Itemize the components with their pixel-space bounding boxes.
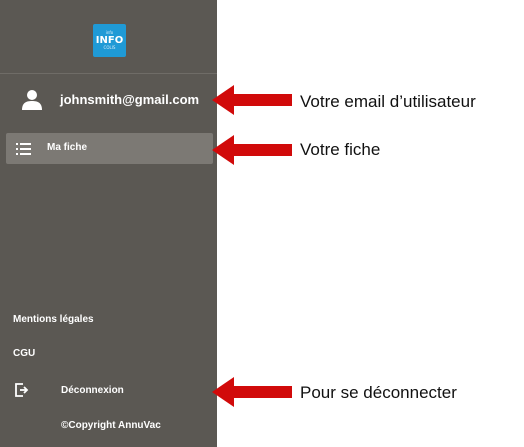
sidebar-divider [0, 73, 217, 74]
annotation-fiche: Votre fiche [300, 140, 381, 159]
logo-bottom-text: COLIS [103, 45, 116, 50]
sidebar-item-ma-fiche[interactable]: Ma fiche [6, 133, 213, 164]
copyright-text: ©Copyright AnnuVac [61, 420, 161, 431]
cgu-link[interactable]: CGU [13, 348, 35, 359]
list-icon [16, 143, 31, 155]
arrow-left-icon [212, 85, 292, 115]
annotation-logout: Pour se déconnecter [300, 383, 457, 402]
mentions-legales-link[interactable]: Mentions légales [13, 314, 94, 325]
annotation-email: Votre email d’utilisateur [300, 92, 476, 111]
logout-label: Déconnexion [61, 385, 124, 396]
sidebar: info INFO COLIS johnsmith@gmail.com Ma f… [0, 0, 217, 447]
sidebar-item-label: Ma fiche [47, 142, 88, 153]
logout-icon [15, 383, 29, 397]
logout-button[interactable]: Déconnexion [0, 378, 217, 404]
user-email: johnsmith@gmail.com [60, 92, 200, 107]
app-logo[interactable]: info INFO COLIS [93, 24, 126, 57]
arrow-left-icon [212, 135, 292, 165]
user-account[interactable]: johnsmith@gmail.com [0, 80, 217, 120]
user-icon [22, 90, 42, 110]
arrow-left-icon [212, 377, 292, 407]
